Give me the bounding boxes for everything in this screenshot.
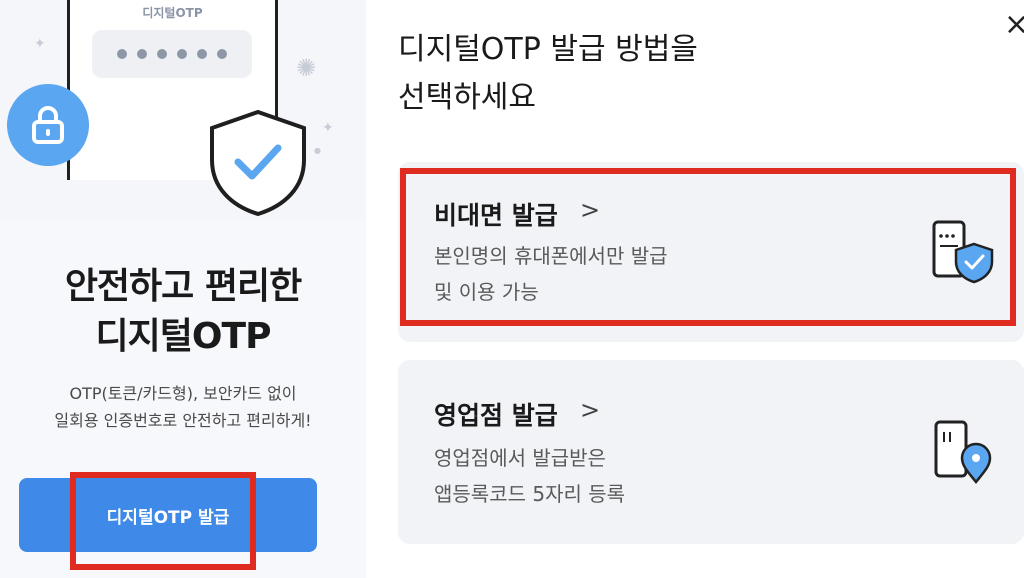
sparkle-icon: ✦ [34, 36, 46, 52]
page-title-line1: 디지털OTP 발급 방법을 [398, 32, 698, 67]
option-desc-line1: 영업점에서 발급받은 [434, 446, 606, 470]
option-title: 영업점 발급 [434, 401, 558, 430]
pin-dot [217, 49, 227, 59]
page-title: 디지털OTP 발급 방법을 선택하세요 [398, 26, 698, 122]
close-icon[interactable]: × [1004, 10, 1024, 40]
phone-shield-icon [932, 220, 994, 284]
shield-check-icon [210, 109, 306, 217]
pin-dot [117, 49, 127, 59]
pin-dots-box [92, 30, 252, 78]
issue-otp-button[interactable]: 디지털OTP 발급 [19, 478, 317, 552]
intro-subtitle: OTP(토큰/카드형), 보안카드 없이 일회용 인증번호로 안전하고 편리하게… [0, 380, 366, 434]
lock-icon [7, 84, 89, 166]
intro-title-line1: 안전하고 편리한 [64, 266, 302, 307]
option-card-non-face-to-face[interactable]: 비대면 발급 > 본인명의 휴대폰에서만 발급 및 이용 가능 [398, 162, 1024, 342]
pin-dot [157, 49, 167, 59]
intro-title-line2: 디지털OTP [95, 316, 272, 357]
intro-panel: 디지털OTP ✦ ✺ ✦ ● 안전하고 편리한 디지털OTP OTP(토큰/카드… [0, 0, 366, 578]
pin-dot [137, 49, 147, 59]
sparkle-icon: ● [314, 146, 321, 155]
otp-illustration: 디지털OTP ✦ ✺ ✦ ● [0, 0, 366, 220]
option-description: 본인명의 휴대폰에서만 발급 및 이용 가능 [434, 238, 668, 310]
phone-screen-label: 디지털OTP [142, 6, 203, 20]
option-desc-line1: 본인명의 휴대폰에서만 발급 [434, 244, 668, 268]
intro-subtitle-line1: OTP(토큰/카드형), 보안카드 없이 [69, 384, 297, 403]
intro-subtitle-line2: 일회용 인증번호로 안전하고 편리하게! [54, 411, 312, 430]
sparkle-icon: ✦ [322, 120, 334, 136]
page-title-line2: 선택하세요 [398, 80, 536, 115]
pin-dot [177, 49, 187, 59]
option-desc-line2: 및 이용 가능 [434, 280, 539, 304]
sparkle-icon: ✺ [296, 54, 317, 82]
option-title: 비대면 발급 [434, 201, 558, 230]
option-description: 영업점에서 발급받은 앱등록코드 5자리 등록 [434, 440, 625, 512]
chevron-right-icon: > [580, 196, 601, 224]
chevron-right-icon: > [580, 396, 601, 424]
intro-title: 안전하고 편리한 디지털OTP [0, 262, 366, 362]
phone-location-icon [934, 420, 992, 485]
option-desc-line2: 앱등록코드 5자리 등록 [434, 482, 626, 506]
option-card-branch[interactable]: 영업점 발급 > 영업점에서 발급받은 앱등록코드 5자리 등록 [398, 360, 1024, 544]
pin-dot [197, 49, 207, 59]
